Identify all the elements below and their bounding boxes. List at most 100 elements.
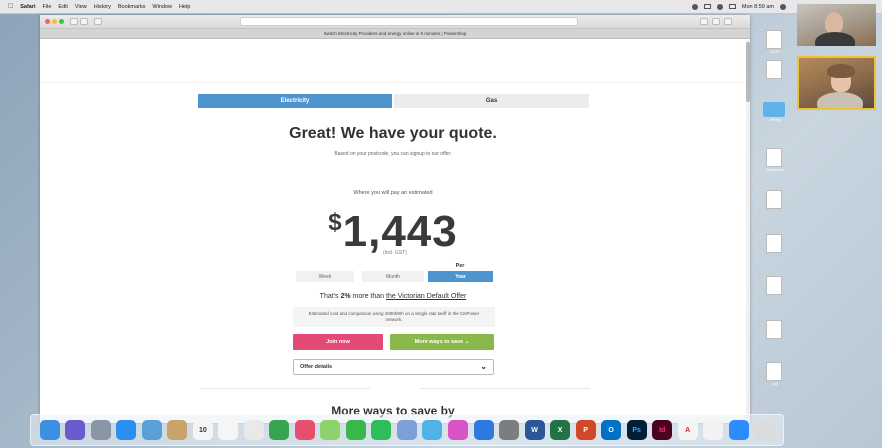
siri-icon[interactable] — [65, 420, 86, 440]
document-icon — [766, 362, 782, 381]
document-icon — [766, 190, 782, 209]
finder-icon[interactable] — [39, 420, 60, 440]
menu-app[interactable]: Safari — [20, 4, 35, 10]
spotlight-icon[interactable] — [780, 3, 786, 10]
textedit-icon[interactable] — [243, 420, 264, 440]
calendar-icon[interactable]: 10 — [192, 420, 213, 440]
chrome-icon[interactable] — [703, 420, 724, 440]
menu-history[interactable]: History — [94, 4, 111, 10]
apple-icon[interactable]:  — [8, 3, 13, 10]
offer-details-label: Offer details — [300, 364, 333, 370]
video-participant-1[interactable] — [797, 4, 876, 46]
acrobat-icon[interactable]: A — [677, 420, 698, 440]
close-window-button[interactable] — [45, 19, 50, 24]
airdrop-icon[interactable] — [422, 420, 443, 440]
maps-icon[interactable] — [320, 420, 341, 440]
status-icon[interactable] — [691, 3, 698, 10]
launchpad-icon[interactable] — [90, 420, 111, 440]
zoom-window-button[interactable] — [59, 19, 64, 24]
minimize-window-button[interactable] — [52, 19, 57, 24]
desktop-file[interactable]: ... — [754, 190, 794, 214]
notes-icon[interactable] — [167, 420, 188, 440]
compare-mid: more than — [350, 293, 387, 300]
trash-icon[interactable] — [754, 420, 775, 440]
desktop-file[interactable]: ... — [754, 276, 794, 300]
back-icon[interactable] — [70, 18, 78, 25]
reminders-icon[interactable] — [218, 420, 239, 440]
folder-icon — [763, 102, 785, 117]
file-label: ... — [772, 340, 776, 344]
scrollbar-thumb[interactable] — [746, 42, 750, 102]
period-week-button[interactable]: Week — [296, 271, 354, 282]
video-participant-2[interactable] — [797, 56, 876, 110]
file-label: ... — [772, 254, 776, 258]
screen-icon[interactable] — [703, 4, 711, 9]
tab-electricity[interactable]: Electricity — [198, 94, 392, 108]
preview-icon[interactable] — [141, 420, 162, 440]
clock[interactable]: Mon 8:59 am — [742, 4, 774, 10]
page-content: Electricity Gas Great! We have your quot… — [40, 40, 746, 423]
wifi-icon[interactable] — [716, 3, 723, 10]
share-icon[interactable] — [712, 18, 720, 25]
address-bar[interactable] — [240, 17, 578, 26]
menu-bar:  Safari File Edit View History Bookmark… — [0, 0, 882, 14]
safari-icon[interactable] — [116, 420, 137, 440]
messages-icon[interactable] — [345, 420, 366, 440]
itunes-icon[interactable] — [448, 420, 468, 440]
desktop-folder[interactable]: ...Pricing — [754, 102, 794, 122]
word-icon[interactable]: W — [524, 420, 545, 440]
outlook-icon[interactable]: O — [601, 420, 622, 440]
excel-icon[interactable]: X — [550, 420, 571, 440]
safari-window: Switch Electricity Providers and energy … — [40, 15, 750, 423]
document-icon — [766, 148, 782, 167]
menu-view[interactable]: View — [75, 4, 87, 10]
file-label: ... — [772, 210, 776, 214]
estimate-label: Where you will pay an estimated — [353, 190, 433, 196]
zoom-icon[interactable] — [728, 420, 749, 440]
sidebar-icon[interactable] — [94, 18, 102, 25]
default-offer-link[interactable]: the Victorian Default Offer — [386, 293, 466, 300]
desktop-file[interactable]: ... — [754, 234, 794, 258]
numbers-icon[interactable] — [269, 420, 290, 440]
tab-gas[interactable]: Gas — [394, 94, 589, 108]
download-icon[interactable] — [700, 18, 708, 25]
battery-icon[interactable] — [728, 4, 736, 9]
currency-symbol: $ — [328, 209, 343, 236]
more-ways-button[interactable]: More ways to save ⌄ — [390, 334, 494, 350]
join-now-button[interactable]: Join now — [293, 334, 383, 350]
price-display: $1,443 — [190, 208, 596, 256]
offer-details-dropdown[interactable]: Offer details ⌄ — [293, 359, 494, 375]
system-prefs-icon[interactable] — [499, 420, 520, 440]
desktop-file[interactable]: ...pdf — [754, 362, 794, 386]
menu-bookmarks[interactable]: Bookmarks — [118, 4, 146, 10]
desktop-file[interactable]: ... — [754, 320, 794, 344]
participant-hair — [827, 64, 855, 78]
desktop-file[interactable]: ... — [754, 60, 794, 84]
tabs-overview-icon[interactable] — [724, 18, 732, 25]
menu-window[interactable]: Window — [152, 4, 172, 10]
indesign-icon[interactable]: Id — [652, 420, 673, 440]
facetime-icon[interactable] — [371, 420, 392, 440]
stickies-icon[interactable] — [396, 420, 417, 440]
file-label: ...Pricing — [767, 118, 781, 122]
browser-tab-title[interactable]: Switch Electricity Providers and energy … — [324, 31, 467, 36]
period-month-button[interactable]: Month — [362, 271, 424, 282]
menu-help[interactable]: Help — [179, 4, 190, 10]
photoshop-icon[interactable]: Ps — [626, 420, 647, 440]
browser-toolbar — [40, 15, 750, 29]
menu-edit[interactable]: Edit — [58, 4, 67, 10]
app-store-icon[interactable] — [473, 420, 494, 440]
forward-icon[interactable] — [80, 18, 88, 25]
file-label: ... — [772, 80, 776, 84]
dock: 10 W X P O Ps Id A — [30, 414, 784, 446]
scrollbar[interactable] — [746, 40, 750, 423]
menu-file[interactable]: File — [43, 4, 52, 10]
page-title: Great! We have your quote. — [289, 125, 497, 142]
desktop-file[interactable]: ...2019 — [754, 30, 794, 54]
file-label: ...Resources — [764, 168, 784, 172]
desktop-file[interactable]: ...Resources — [754, 148, 794, 172]
powerpoint-icon[interactable]: P — [575, 420, 596, 440]
period-year-button[interactable]: Year — [428, 271, 493, 282]
photos-icon[interactable] — [294, 420, 315, 440]
per-label: Per — [455, 263, 465, 269]
